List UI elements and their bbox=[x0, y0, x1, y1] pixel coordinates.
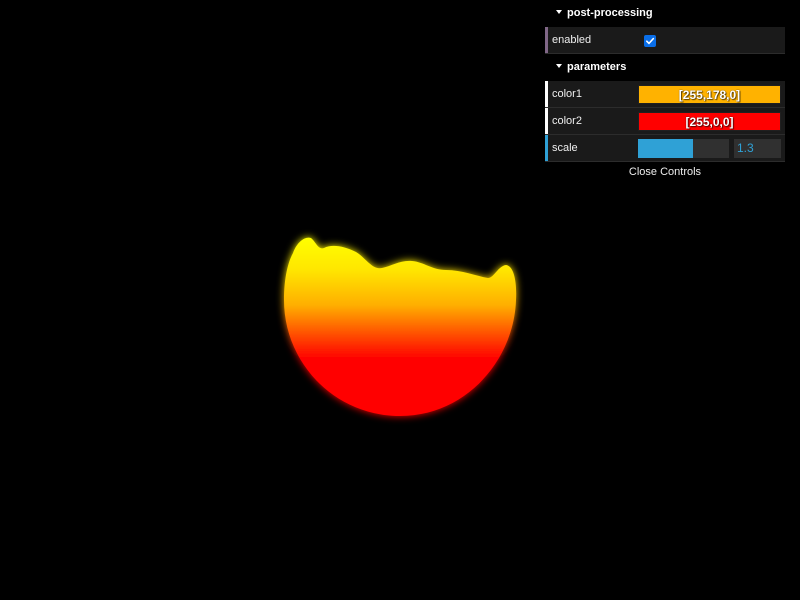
color2-value: [255,0,0] bbox=[685, 115, 734, 129]
folder-post-processing[interactable]: post-processing bbox=[545, 0, 785, 27]
color2-row: color2 [255,0,0] bbox=[545, 108, 785, 135]
scale-slider-fill bbox=[638, 139, 693, 158]
color2-picker[interactable]: [255,0,0] bbox=[638, 112, 781, 131]
row-accent-bar bbox=[545, 27, 548, 53]
color2-label: color2 bbox=[552, 115, 582, 127]
scale-label: scale bbox=[552, 142, 578, 154]
row-accent-bar bbox=[545, 81, 548, 107]
folder-title-label: post-processing bbox=[567, 7, 653, 19]
color1-picker[interactable]: [255,178,0] bbox=[638, 85, 781, 104]
row-accent-bar bbox=[545, 135, 548, 161]
caret-down-icon bbox=[556, 64, 562, 69]
controls-panel: post-processing enabled parameters color… bbox=[545, 0, 785, 182]
enabled-row[interactable]: enabled bbox=[545, 27, 785, 54]
folder-parameters[interactable]: parameters bbox=[545, 54, 785, 81]
caret-down-icon bbox=[556, 10, 562, 15]
scale-number-input[interactable]: 1.3 bbox=[734, 139, 781, 158]
checkmark-icon bbox=[646, 37, 655, 45]
close-controls-button[interactable]: Close Controls bbox=[545, 162, 785, 182]
scale-row: scale 1.3 bbox=[545, 135, 785, 162]
enabled-label: enabled bbox=[552, 34, 592, 46]
color1-row: color1 [255,178,0] bbox=[545, 81, 785, 108]
fire-sphere-shape bbox=[284, 237, 517, 416]
scale-slider[interactable] bbox=[638, 139, 729, 158]
row-accent-bar bbox=[545, 108, 548, 134]
scale-value: 1.3 bbox=[737, 141, 754, 155]
color1-value: [255,178,0] bbox=[678, 88, 741, 102]
folder-title-label: parameters bbox=[567, 61, 627, 73]
close-controls-label: Close Controls bbox=[628, 166, 702, 178]
color1-label: color1 bbox=[552, 88, 582, 100]
enabled-checkbox[interactable] bbox=[644, 35, 656, 47]
